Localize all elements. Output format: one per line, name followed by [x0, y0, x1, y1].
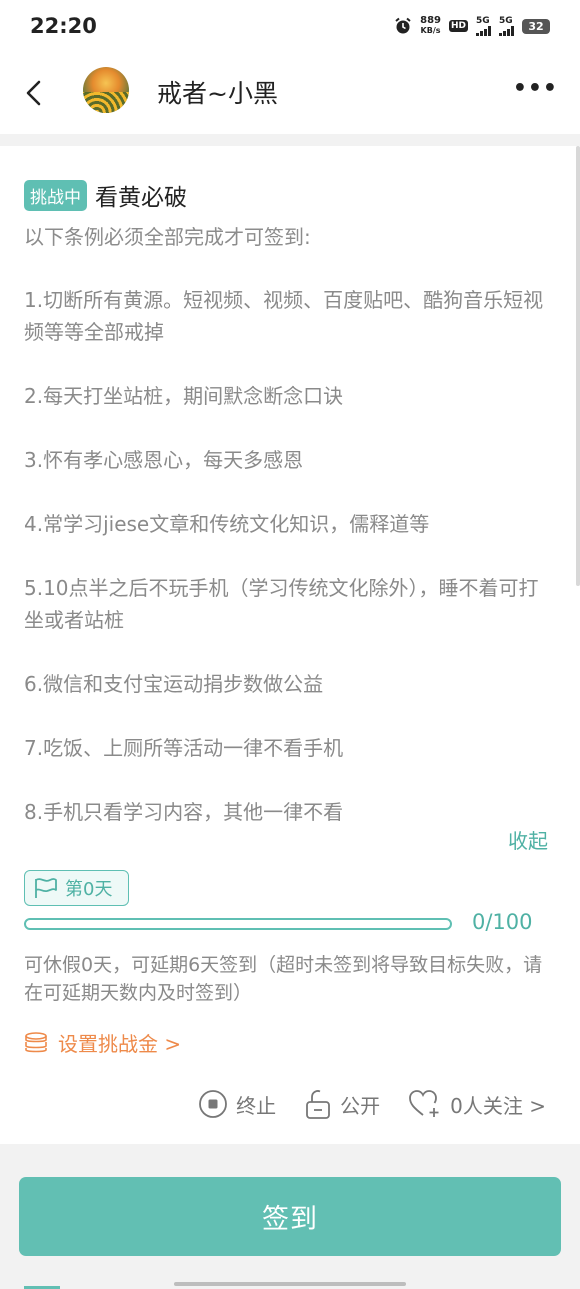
signal-bars-icon	[476, 25, 491, 36]
followers-label: 0人关注 >	[450, 1093, 546, 1118]
rule-item: 5.10点半之后不玩手机（学习传统文化除外），睡不着可打坐或者站桩	[24, 576, 539, 632]
signal-1: 5G	[476, 15, 491, 36]
hd-badge: HD	[448, 20, 468, 32]
home-indicator[interactable]	[174, 1282, 406, 1286]
unlock-icon	[306, 1090, 331, 1119]
alarm-icon	[395, 17, 411, 34]
scrollbar[interactable]	[576, 146, 580, 586]
signal-2-label: 5G	[499, 15, 513, 26]
challenge-card: 挑战中 看黄必破 以下条例必须全部完成才可签到: 1.切断所有黄源。短视频、视频…	[0, 146, 580, 1144]
set-fund-link[interactable]: 设置挑战金 >	[24, 1028, 181, 1057]
chevron-left-icon	[26, 80, 41, 106]
rules-intro: 以下条例必须全部完成才可签到:	[24, 225, 311, 249]
status-bar: 22:20 889 KB/s HD 5G 5G 32	[0, 0, 580, 52]
signal-2: 5G	[499, 15, 514, 36]
battery-icon: 32	[522, 18, 550, 34]
rule-item: 3.怀有孝心感恩心，每天多感恩	[24, 448, 304, 472]
flag-icon	[35, 878, 57, 898]
signal-1-label: 5G	[476, 15, 490, 26]
rule-item: 6.微信和支付宝运动捐步数做公益	[24, 672, 324, 696]
action-row: 终止 公开 0人关注 >	[198, 1088, 546, 1120]
checkin-button[interactable]: 签到	[19, 1177, 561, 1256]
collapse-link[interactable]: 收起	[508, 825, 548, 854]
back-button[interactable]	[18, 74, 48, 112]
signal-bars-icon	[499, 25, 514, 36]
heart-plus-icon	[409, 1090, 439, 1117]
day-counter-tag: 第0天	[24, 870, 129, 906]
header: 戒者~小黑 •••	[0, 52, 580, 134]
net-speed-value: 889	[420, 15, 441, 26]
rule-item: 7.吃饭、上厕所等活动一律不看手机	[24, 736, 344, 760]
challenge-title: 看黄必破	[95, 185, 187, 211]
challenge-title-row: 挑战中 看黄必破	[24, 178, 187, 212]
more-icon: •••	[512, 76, 558, 101]
status-badge: 挑战中	[24, 179, 87, 211]
stop-icon	[199, 1090, 228, 1118]
followers-link[interactable]: 0人关注 >	[408, 1089, 546, 1119]
progress-text: 0/100	[472, 910, 533, 934]
avatar[interactable]	[83, 67, 129, 113]
progress-bar	[24, 918, 452, 930]
stop-label: 终止	[236, 1093, 277, 1118]
leave-notice: 可休假0天，可延期6天签到（超时未签到将导致目标失败，请在可延期天数内及时签到）	[24, 954, 543, 1004]
set-fund-label: 设置挑战金 >	[58, 1032, 182, 1056]
rule-item: 8.手机只看学习内容，其他一律不看	[24, 800, 344, 824]
rule-item: 2.每天打坐站桩，期间默念断念口诀	[24, 384, 344, 408]
net-speed-unit: KB/s	[420, 26, 441, 35]
page-title: 戒者~小黑	[157, 79, 278, 108]
coins-icon	[25, 1031, 47, 1052]
public-label: 公开	[340, 1093, 381, 1118]
rules-list: 1.切断所有黄源。短视频、视频、百度贴吧、酷狗音乐短视频等等全部戒掉 2.每天打…	[24, 284, 554, 828]
status-icons: 889 KB/s HD 5G 5G 32	[394, 16, 550, 36]
net-speed: 889 KB/s	[420, 16, 441, 36]
rule-item: 4.常学习jiese文章和传统文化知识，儒释道等	[24, 512, 430, 536]
more-button[interactable]: •••	[513, 76, 558, 101]
stop-button[interactable]: 终止	[198, 1089, 276, 1119]
status-time: 22:20	[30, 14, 97, 38]
day-label: 第0天	[65, 879, 113, 900]
public-toggle[interactable]: 公开	[304, 1088, 380, 1120]
battery-level: 32	[528, 19, 544, 33]
rule-item: 1.切断所有黄源。短视频、视频、百度贴吧、酷狗音乐短视频等等全部戒掉	[24, 288, 544, 344]
